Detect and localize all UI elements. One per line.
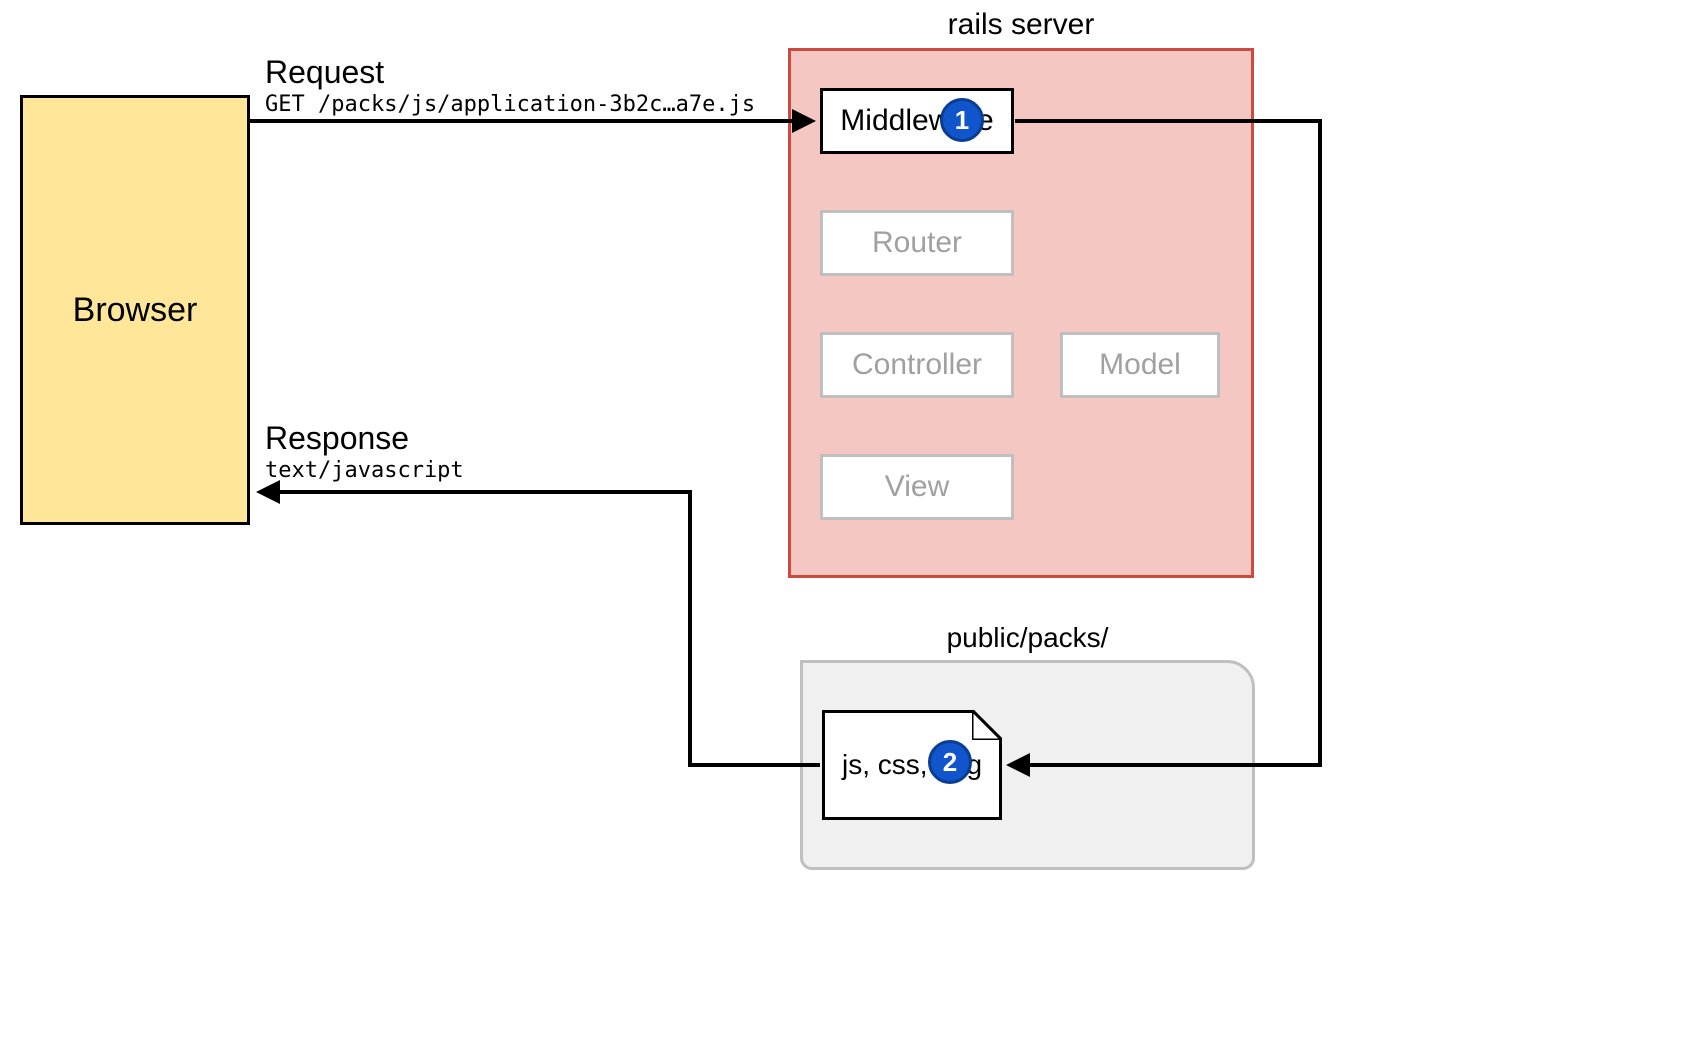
- arrow-response: [260, 492, 820, 765]
- response-line: text/javascript: [265, 458, 464, 483]
- model-box: Model: [1060, 332, 1220, 398]
- browser-label: Browser: [73, 291, 198, 330]
- server-title: rails server: [788, 8, 1254, 42]
- request-line: GET /packs/js/application-3b2c…a7e.js: [265, 92, 755, 117]
- file-fold-icon: [972, 710, 1002, 740]
- controller-box: Controller: [820, 332, 1014, 398]
- browser-box: Browser: [20, 95, 250, 525]
- badge-one-label: 1: [955, 105, 969, 136]
- diagram-root: Browser Request GET /packs/js/applicatio…: [0, 0, 1700, 1045]
- view-box: View: [820, 454, 1014, 520]
- badge-two-label: 2: [943, 747, 957, 778]
- response-title: Response: [265, 420, 409, 457]
- request-title: Request: [265, 54, 384, 91]
- model-label: Model: [1099, 348, 1181, 382]
- badge-one: 1: [940, 98, 984, 142]
- controller-label: Controller: [852, 348, 982, 382]
- badge-two: 2: [928, 740, 972, 784]
- router-box: Router: [820, 210, 1014, 276]
- router-label: Router: [872, 226, 962, 260]
- folder-title: public/packs/: [800, 622, 1255, 654]
- middleware-box: Middleware: [820, 88, 1014, 154]
- view-label: View: [885, 470, 949, 504]
- file-box: js, css, png: [822, 710, 1002, 820]
